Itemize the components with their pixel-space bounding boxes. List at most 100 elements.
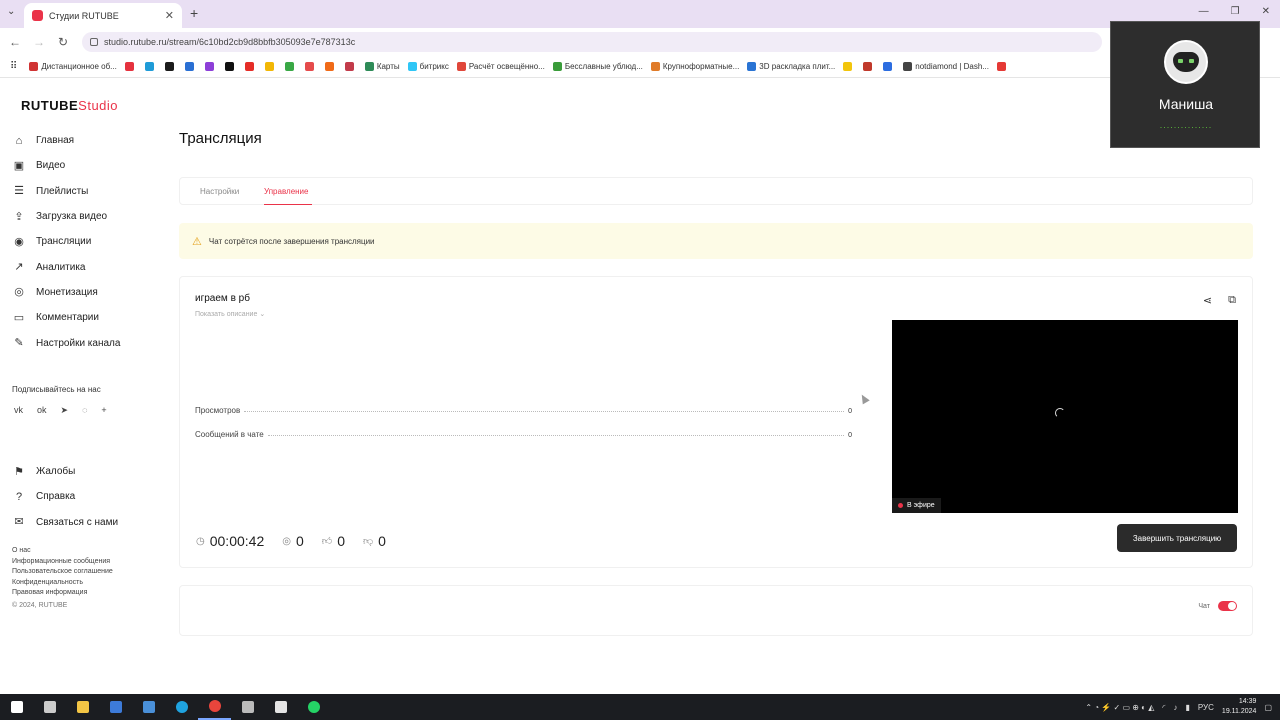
sidebar-item[interactable]: ⌂ Главная bbox=[12, 128, 162, 153]
bookmark-item[interactable] bbox=[244, 62, 257, 71]
rutube-studio-logo[interactable]: RUTUBEStudio bbox=[21, 98, 118, 113]
social-links: vk ok ➤ ◌ + bbox=[14, 405, 107, 416]
reload-icon[interactable]: ↻ bbox=[51, 35, 75, 49]
site-info-icon[interactable] bbox=[90, 38, 98, 46]
stream-title: играем в рб bbox=[195, 293, 250, 304]
sidebar-item-label: Связаться с нами bbox=[36, 516, 119, 528]
chrome-icon bbox=[208, 700, 221, 712]
taskbar-app[interactable] bbox=[132, 694, 165, 720]
back-icon[interactable]: ← bbox=[3, 35, 27, 49]
vk-icon[interactable]: vk bbox=[14, 405, 23, 416]
monetization-icon: ◎ bbox=[14, 286, 24, 299]
new-tab-button[interactable]: + bbox=[190, 5, 198, 21]
sidebar-item[interactable]: ↗ Аналитика bbox=[12, 254, 162, 279]
tab-close-icon[interactable]: ✕ bbox=[165, 9, 174, 22]
bookmark-item[interactable] bbox=[843, 62, 855, 71]
call-overlay-window[interactable]: Маниша ............... bbox=[1110, 21, 1260, 148]
bookmark-item[interactable] bbox=[304, 62, 317, 71]
taskbar-app[interactable] bbox=[198, 694, 231, 720]
tabs-bar: Настройки Управление bbox=[179, 177, 1253, 205]
taskbar-app[interactable] bbox=[264, 694, 297, 720]
sidebar-item[interactable]: ◎ Монетизация bbox=[12, 280, 162, 305]
taskbar-app[interactable] bbox=[165, 694, 198, 720]
sidebar-item[interactable]: ▣ Видео bbox=[12, 153, 162, 178]
bookmark-item[interactable]: 3D раскладка плит... bbox=[747, 62, 835, 71]
volume-icon[interactable]: ♪ bbox=[1173, 703, 1177, 712]
bookmark-label: Бесславные ублюд... bbox=[564, 62, 643, 71]
sidebar-item[interactable]: ✎ Настройки канала bbox=[12, 330, 162, 355]
bookmark-item[interactable] bbox=[883, 62, 895, 71]
more-icon[interactable]: + bbox=[101, 405, 106, 416]
bookmark-item[interactable] bbox=[204, 62, 217, 71]
wifi-icon[interactable]: ◜ bbox=[1162, 703, 1165, 712]
url-text: studio.rutube.ru/stream/6c10bd2cb9d8bbfb… bbox=[104, 37, 356, 47]
clock[interactable]: 14:39 19.11.2024 bbox=[1222, 697, 1257, 717]
stat-views: Просмотров 0 bbox=[195, 401, 852, 415]
taskbar-app[interactable] bbox=[66, 694, 99, 720]
bookmark-item[interactable]: Дистанционное об... bbox=[29, 62, 117, 71]
language-indicator[interactable]: РУС bbox=[1198, 703, 1214, 712]
footer-link[interactable]: Правовая информация bbox=[12, 588, 113, 599]
bookmark-item[interactable] bbox=[264, 62, 277, 71]
bookmark-item[interactable] bbox=[224, 62, 237, 71]
taskbar-app[interactable] bbox=[297, 694, 330, 720]
bookmark-item[interactable] bbox=[996, 62, 1009, 71]
bookmark-item[interactable]: Бесславные ублюд... bbox=[552, 62, 643, 71]
apps-icon[interactable]: ⠿ bbox=[10, 61, 17, 72]
footer-link[interactable]: Информационные сообщения bbox=[12, 557, 113, 568]
url-field[interactable]: studio.rutube.ru/stream/6c10bd2cb9d8bbfb… bbox=[82, 32, 1102, 52]
sidebar-item[interactable]: ▭ Комментарии bbox=[12, 305, 162, 330]
dotted-leader bbox=[244, 411, 845, 412]
telegram-icon[interactable]: ➤ bbox=[61, 405, 69, 416]
tray-icons[interactable]: ⌃ ◔ ⚡ ✓ ▭ ⊕ ◐ ◭ bbox=[1085, 703, 1154, 712]
bookmark-item[interactable]: Крупноформатные... bbox=[650, 62, 739, 71]
notifications-icon[interactable]: ▢ bbox=[1264, 703, 1272, 712]
taskbar-app[interactable] bbox=[231, 694, 264, 720]
forward-icon[interactable]: → bbox=[27, 35, 51, 49]
bookmark-item[interactable] bbox=[863, 62, 875, 71]
taskbar-app[interactable] bbox=[33, 694, 66, 720]
tab-management[interactable]: Управление bbox=[264, 187, 308, 196]
bookmark-item[interactable] bbox=[344, 62, 357, 71]
bookmark-item[interactable] bbox=[284, 62, 297, 71]
bookmark-item[interactable] bbox=[124, 62, 137, 71]
stat-label: Сообщений в чате bbox=[195, 430, 264, 439]
footer-link[interactable]: О нас bbox=[12, 546, 113, 557]
sidebar-item[interactable]: ✉ Связаться с нами bbox=[12, 510, 162, 535]
restore-icon[interactable]: ❐ bbox=[1231, 6, 1240, 17]
chat-toggle[interactable] bbox=[1218, 601, 1237, 611]
tab-settings[interactable]: Настройки bbox=[200, 187, 239, 196]
sidebar-item[interactable]: ? Справка bbox=[12, 484, 162, 509]
bookmark-item[interactable]: Карты bbox=[364, 62, 400, 71]
sidebar-item[interactable]: ☰ Плейлисты bbox=[12, 179, 162, 204]
show-description-link[interactable]: Показать описание ⌄ bbox=[195, 310, 265, 318]
stream-player[interactable]: В эфире bbox=[892, 320, 1238, 513]
share-icon[interactable]: ⋖ bbox=[1203, 294, 1212, 307]
minimize-icon[interactable]: — bbox=[1199, 6, 1209, 17]
ok-icon[interactable]: ok bbox=[37, 405, 47, 416]
window-controls: — ❐ ✕ bbox=[1199, 6, 1270, 17]
sidebar-item[interactable]: ⚑ Жалобы bbox=[12, 459, 162, 484]
sidebar-item[interactable]: ⇪ Загрузка видео bbox=[12, 204, 162, 229]
tab-search-icon[interactable]: ⌄ bbox=[7, 6, 15, 17]
taskbar-app[interactable] bbox=[0, 694, 33, 720]
external-link-icon[interactable]: ⧉ bbox=[1228, 294, 1236, 307]
browser-tab[interactable]: Студии RUTUBE ✕ bbox=[24, 3, 182, 28]
bookmark-item[interactable] bbox=[184, 62, 197, 71]
notice-text: Чат сотрётся после завершения трансляции bbox=[208, 236, 375, 246]
close-window-icon[interactable]: ✕ bbox=[1262, 6, 1270, 17]
bookmark-item[interactable]: notdiamond | Dash... bbox=[903, 62, 989, 71]
bookmark-item[interactable]: битрикс bbox=[407, 62, 449, 71]
home-icon: ⌂ bbox=[15, 134, 23, 147]
footer-link[interactable]: Конфиденциальность bbox=[12, 578, 113, 589]
end-stream-button[interactable]: Завершить трансляцию bbox=[1117, 524, 1237, 552]
bookmark-item[interactable]: Расчёт освещённо... bbox=[456, 62, 545, 71]
footer-link[interactable]: Пользовательское соглашение bbox=[12, 567, 113, 578]
bookmark-item[interactable] bbox=[164, 62, 177, 71]
battery-icon[interactable]: ▮ bbox=[1185, 703, 1189, 712]
taskbar-app[interactable] bbox=[99, 694, 132, 720]
sidebar-item[interactable]: ◉ Трансляции bbox=[12, 229, 162, 254]
bookmark-item[interactable] bbox=[144, 62, 157, 71]
viber-icon[interactable]: ◌ bbox=[82, 405, 87, 416]
bookmark-item[interactable] bbox=[324, 62, 337, 71]
